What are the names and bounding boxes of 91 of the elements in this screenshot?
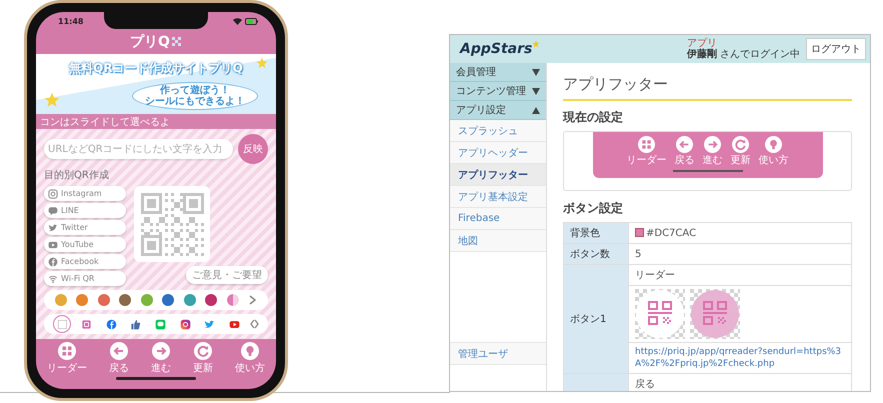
table-cell: 背景色 bbox=[564, 222, 628, 244]
half-circle-icon[interactable] bbox=[226, 294, 239, 306]
color-swatch[interactable] bbox=[140, 294, 153, 306]
sidebar-item[interactable]: アプリ基本設定 bbox=[450, 186, 546, 208]
speech-bubble-icon bbox=[48, 206, 58, 216]
sidebar-item[interactable]: アプリフッター bbox=[450, 164, 546, 186]
refresh-icon bbox=[194, 342, 212, 360]
bulb-icon bbox=[241, 342, 259, 360]
camera-icon bbox=[48, 188, 58, 198]
sidebar-item[interactable]: アプリヘッダー bbox=[450, 142, 546, 164]
hint-text: コンはスライドして選べるよ bbox=[36, 114, 276, 129]
play-icon bbox=[228, 318, 240, 330]
square-icon bbox=[81, 318, 92, 330]
bubble-text: シールにもできるよ！ bbox=[145, 96, 245, 107]
star-icon bbox=[532, 40, 540, 48]
wifi-icon bbox=[233, 18, 242, 24]
table-cell: リーダー bbox=[628, 264, 852, 286]
apply-button[interactable]: 反映 bbox=[238, 134, 268, 164]
footer-button[interactable]: 戻る bbox=[109, 342, 129, 374]
qr-type-button[interactable]: LINE bbox=[44, 203, 126, 218]
preview-item: 戻る bbox=[674, 136, 694, 167]
page-title: アプリフッター bbox=[563, 75, 852, 101]
table-cell: ボタン数 bbox=[564, 244, 628, 264]
circle-icon bbox=[48, 256, 58, 266]
preview-item: 使い方 bbox=[758, 136, 788, 167]
status-time: 11:48 bbox=[58, 16, 84, 26]
color-swatch[interactable] bbox=[184, 294, 196, 306]
bird-icon bbox=[48, 222, 58, 232]
qr-code-icon bbox=[638, 136, 655, 153]
preview-item: 更新 bbox=[730, 136, 750, 167]
footer-button[interactable]: 更新 bbox=[193, 342, 213, 374]
play-icon bbox=[48, 240, 58, 250]
bulb-icon bbox=[765, 136, 782, 153]
app-logo: プリQ bbox=[130, 33, 170, 51]
sidebar-group[interactable]: アプリ設定 bbox=[450, 101, 546, 120]
preview-item: 進む bbox=[702, 136, 722, 167]
qr-code-icon bbox=[58, 342, 76, 360]
footer-button[interactable]: 進む bbox=[151, 342, 171, 374]
bubble-text: 作って遊ぼう！ bbox=[160, 85, 230, 96]
section-heading: 現在の設定 bbox=[563, 109, 624, 126]
color-swatch[interactable] bbox=[119, 294, 132, 306]
sidebar-group[interactable]: 会員管理 bbox=[450, 63, 546, 82]
preview-item: リーダー bbox=[626, 136, 666, 167]
bird-icon bbox=[204, 318, 216, 330]
icon-option[interactable] bbox=[53, 315, 72, 333]
square-icon bbox=[56, 318, 68, 330]
camera-icon bbox=[180, 318, 190, 330]
user-role: アプリ bbox=[686, 38, 718, 49]
chevron-icon[interactable] bbox=[250, 319, 259, 329]
battery-icon bbox=[245, 18, 258, 24]
footer-button[interactable]: リーダー bbox=[47, 342, 87, 374]
table-cell: ボタン1 bbox=[564, 264, 628, 374]
home-indicator bbox=[672, 170, 742, 172]
chevron-right-icon[interactable] bbox=[248, 295, 258, 305]
thumbs-up-icon bbox=[130, 318, 142, 330]
sidebar-item[interactable]: Firebase bbox=[450, 208, 546, 230]
footer-button[interactable]: 使い方 bbox=[235, 342, 265, 374]
qr-type-button[interactable]: Instagram bbox=[44, 186, 126, 201]
wifi-icon bbox=[48, 274, 58, 284]
url-input[interactable]: URLなどQRコードにしたい文字を入力 bbox=[44, 139, 233, 159]
login-status: 伊藤剛 さんでログイン中 bbox=[686, 49, 800, 60]
sidebar-item[interactable]: 地図 bbox=[450, 230, 546, 252]
star-icon bbox=[44, 92, 60, 108]
app-logo: AppStars bbox=[460, 41, 532, 57]
qr-type-button[interactable]: Facebook bbox=[44, 254, 126, 269]
color-swatch[interactable] bbox=[54, 294, 67, 306]
logout-button[interactable]: ログアウト bbox=[806, 38, 866, 60]
table-cell: #DC7CAC bbox=[628, 222, 852, 244]
color-swatch[interactable] bbox=[98, 294, 110, 306]
qr-code-drawing bbox=[140, 192, 204, 256]
refresh-icon bbox=[732, 136, 749, 153]
section-heading: ボタン設定 bbox=[563, 200, 624, 217]
qr-type-button[interactable]: Wi-Fi QR bbox=[44, 271, 126, 286]
qr-type-button[interactable]: Twitter bbox=[44, 220, 126, 235]
star-icon bbox=[256, 57, 268, 69]
sidebar-item[interactable]: スプラッシュ bbox=[450, 120, 546, 142]
speech-bubble-icon bbox=[154, 318, 166, 330]
color-swatch[interactable] bbox=[76, 294, 88, 306]
sidebar-group[interactable]: コンテンツ管理 bbox=[450, 82, 546, 101]
table-cell: 5 bbox=[628, 244, 852, 264]
qr-type-button[interactable]: YouTube bbox=[44, 237, 126, 252]
color-swatch[interactable] bbox=[205, 294, 218, 306]
checker-icon bbox=[172, 37, 182, 47]
feedback-button[interactable]: ご意見・ご要望 bbox=[186, 266, 268, 284]
color-swatch[interactable] bbox=[162, 294, 174, 306]
sidebar-item[interactable]: 管理ユーザ bbox=[450, 343, 546, 365]
banner-title: 無料QRコード作成サイトプリQ bbox=[69, 60, 243, 77]
circle-icon bbox=[106, 318, 117, 330]
section-label: 目的別QR作成 bbox=[44, 168, 110, 182]
button-image bbox=[635, 289, 685, 339]
button-image bbox=[690, 289, 740, 339]
